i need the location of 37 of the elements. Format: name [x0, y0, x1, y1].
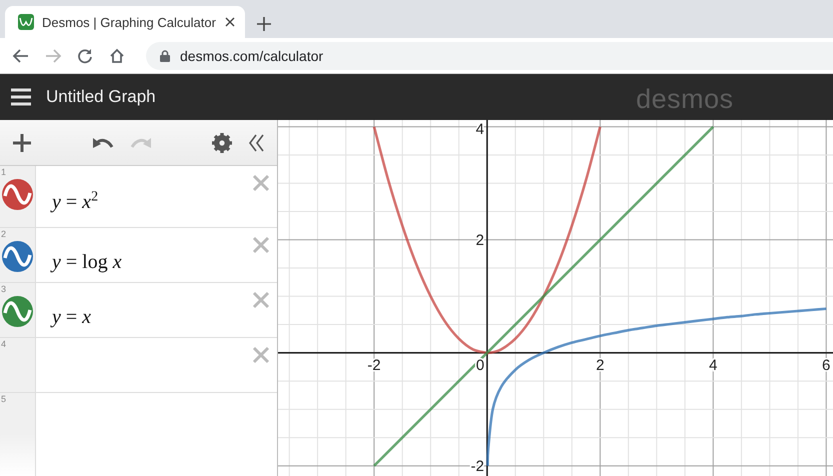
- forward-arrow-icon: [44, 46, 62, 64]
- wave-icon[interactable]: [2, 296, 33, 327]
- line-number: 1: [1, 167, 6, 177]
- plus-icon[interactable]: [257, 17, 271, 31]
- tick-label: 0: [476, 356, 484, 374]
- tick-label: 4: [476, 121, 484, 138]
- line-number: 4: [1, 339, 6, 349]
- graph-logo-icon: [18, 14, 34, 30]
- tick-label: -2: [470, 458, 484, 475]
- close-icon[interactable]: [225, 17, 235, 27]
- line-number: 5: [1, 394, 6, 404]
- home-icon: [108, 46, 126, 64]
- reload-icon: [76, 46, 94, 64]
- wave-icon[interactable]: [2, 179, 33, 210]
- graph-plot[interactable]: -2 0 2 4 6 -2 2 4: [278, 120, 833, 476]
- address-bar[interactable]: desmos.com/calculator: [146, 42, 833, 70]
- tick-label: 2: [476, 232, 484, 249]
- line-number: 2: [1, 229, 6, 239]
- wave-icon[interactable]: [2, 241, 33, 272]
- browser-tab[interactable]: Desmos | Graphing Calculator: [5, 6, 245, 38]
- back-arrow-icon: [12, 46, 30, 64]
- tick-label: 4: [709, 356, 718, 374]
- tab-title: Desmos | Graphing Calculator: [42, 14, 217, 30]
- line-number: 3: [1, 284, 6, 294]
- menu-button[interactable]: [11, 88, 31, 106]
- tick-label: 6: [822, 356, 830, 374]
- math-expression[interactable]: y = log x: [52, 251, 122, 273]
- double-chevron-icon: [248, 132, 264, 152]
- math-expression[interactable]: y = x$^{2}$: [52, 190, 98, 213]
- plus-icon: [12, 132, 32, 152]
- lock-icon: [160, 50, 170, 62]
- graph-title[interactable]: Untitled Graph: [46, 87, 636, 107]
- tick-label: -2: [367, 356, 381, 374]
- url-text: desmos.com/calculator: [180, 48, 324, 64]
- math-expression[interactable]: y = x: [52, 306, 92, 328]
- tick-label: 2: [596, 356, 604, 374]
- settings-icon: [212, 132, 232, 152]
